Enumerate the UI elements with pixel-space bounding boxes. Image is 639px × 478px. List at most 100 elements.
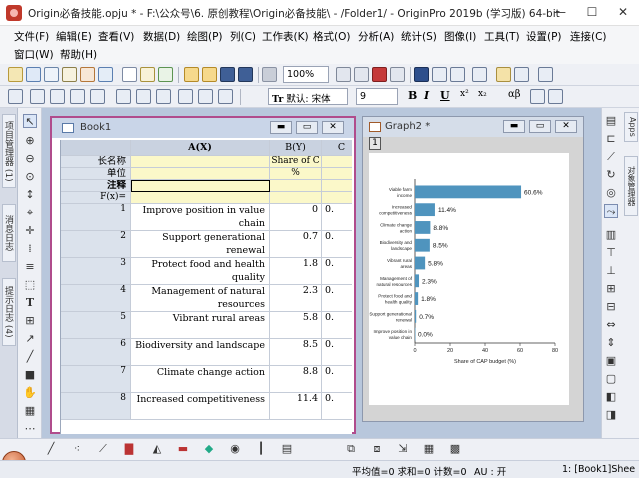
results-log-icon[interactable] — [414, 67, 429, 82]
long-name-c[interactable] — [322, 156, 352, 168]
menu-column[interactable]: 列(C) — [230, 29, 256, 44]
group-icon[interactable]: ▣ — [604, 354, 618, 368]
graph-window[interactable]: Graph2 * ▬ ▭ ✕ 1 60.6% Viable farm income 1… — [362, 116, 584, 422]
workbook-maximize-button[interactable]: ▭ — [296, 121, 318, 134]
cell-b[interactable]: 5.8 — [270, 312, 322, 339]
menu-data[interactable]: 数据(D) — [143, 29, 180, 44]
fx-b[interactable] — [270, 192, 322, 204]
mask-tool-icon[interactable]: ▦ — [23, 404, 37, 418]
area-plot-icon[interactable]: ◭ — [150, 442, 164, 456]
set-xy-icon[interactable] — [30, 89, 45, 104]
fx-c[interactable] — [322, 192, 352, 204]
menu-analysis[interactable]: 分析(A) — [358, 29, 394, 44]
smart-hint-log-tab[interactable]: 提示日志 (4) — [2, 278, 16, 346]
column-header-b[interactable]: B(Y) — [270, 140, 322, 156]
comment-a-selected[interactable] — [131, 180, 270, 192]
comment-c[interactable] — [322, 180, 352, 192]
unit-label[interactable]: 单位 — [61, 168, 131, 180]
cell-c[interactable]: 0. — [322, 285, 352, 312]
maximize-button[interactable]: ☐ — [576, 0, 608, 26]
set-column-icon[interactable] — [50, 89, 65, 104]
merge-graph-icon[interactable]: ⧉ — [344, 442, 358, 456]
bar-plot-icon[interactable]: ▬ — [176, 442, 190, 456]
menu-plot[interactable]: 绘图(P) — [187, 29, 223, 44]
row-number[interactable]: 4 — [61, 285, 131, 312]
cell-a[interactable]: Management of natural resources — [131, 285, 270, 312]
globe-icon[interactable]: ◎ — [604, 186, 618, 200]
refresh-icon[interactable] — [538, 67, 553, 82]
cell-a[interactable]: Protect food and health quality — [131, 258, 270, 285]
menu-worksheet[interactable]: 工作表(K) — [262, 29, 309, 44]
cell-a[interactable]: Improve position in value chain — [131, 204, 270, 231]
open-template-icon[interactable] — [202, 67, 217, 82]
contour-icon[interactable]: ◉ — [228, 442, 242, 456]
menu-help[interactable]: 帮助(H) — [60, 47, 97, 62]
hand-icon[interactable]: ✋ — [23, 386, 37, 400]
save-icon[interactable] — [220, 67, 235, 82]
font-select[interactable]: Tr 默认: 宋体 — [268, 88, 348, 105]
menu-format[interactable]: 格式(O) — [313, 29, 350, 44]
bold-button[interactable]: B — [408, 89, 417, 102]
cell-b[interactable]: 8.8 — [270, 366, 322, 393]
new-matrix-icon[interactable] — [44, 67, 59, 82]
zoom-select[interactable]: 100% — [283, 66, 329, 83]
close-button[interactable]: ✕ — [607, 0, 639, 26]
layer-management-icon[interactable]: ▥ — [604, 228, 618, 242]
menu-file[interactable]: 文件(F) — [14, 29, 49, 44]
column-stats-icon[interactable] — [70, 89, 85, 104]
plot-setup-icon[interactable]: ▩ — [448, 442, 462, 456]
unit-a[interactable] — [131, 168, 270, 180]
new-workbook-icon[interactable] — [26, 67, 41, 82]
print-icon[interactable] — [336, 67, 351, 82]
cell-c[interactable]: 0. — [322, 312, 352, 339]
arrow-tool-icon[interactable]: ↗ — [23, 332, 37, 346]
line-symbol-icon[interactable]: ⟋ — [96, 442, 110, 456]
column-header-a[interactable]: A(X) — [131, 140, 270, 156]
rectangle-tool-icon[interactable]: ■ — [23, 368, 37, 382]
project-explorer-tab[interactable]: 项目管理器 (1) — [2, 114, 16, 188]
cell-a[interactable]: Biodiversity and landscape — [131, 339, 270, 366]
cell-c[interactable]: 0. — [322, 204, 352, 231]
row-number[interactable]: 2 — [61, 231, 131, 258]
new-layout-icon[interactable] — [122, 67, 137, 82]
command-window-icon[interactable] — [432, 67, 447, 82]
diagonal-icon[interactable]: ⟋ — [604, 150, 618, 164]
add-layer-icon[interactable] — [178, 89, 193, 104]
unit-b[interactable]: % — [270, 168, 322, 180]
menu-window[interactable]: 窗口(W) — [14, 47, 54, 62]
menu-edit[interactable]: 编辑(E) — [56, 29, 92, 44]
graph-page[interactable]: 60.6% Viable farm income 11.4% Increased comp… — [369, 153, 569, 405]
comment-label[interactable]: 注释 — [61, 180, 131, 192]
cell-c[interactable]: 0. — [322, 231, 352, 258]
italic-button[interactable]: I — [424, 89, 429, 102]
greek-button[interactable]: αβ — [508, 89, 521, 100]
apps-icon[interactable] — [514, 67, 529, 82]
workbook-close-button[interactable]: ✕ — [322, 121, 344, 134]
new-project-icon[interactable] — [8, 67, 23, 82]
mask-icon[interactable] — [156, 89, 171, 104]
menu-settings[interactable]: 设置(P) — [526, 29, 562, 44]
line-tool-icon[interactable]: ╱ — [23, 350, 37, 364]
new-note-icon[interactable] — [98, 67, 113, 82]
graph-minimize-button[interactable]: ▬ — [503, 120, 525, 133]
workbook-minimize-button[interactable]: ▬ — [270, 121, 292, 134]
cell-b[interactable]: 8.5 — [270, 339, 322, 366]
cell-c[interactable]: 0. — [322, 339, 352, 366]
zoom-out-icon[interactable]: ⊖ — [23, 152, 37, 166]
superscript-button[interactable]: x² — [460, 89, 469, 99]
project-explorer-icon[interactable] — [472, 67, 487, 82]
cell-a[interactable]: Increased competitiveness — [131, 393, 270, 420]
messages-log-tab[interactable]: 消息日志 — [2, 204, 16, 262]
menu-image[interactable]: 图像(I) — [444, 29, 476, 44]
menu-view[interactable]: 查看(V) — [98, 29, 134, 44]
decrease-font-icon[interactable] — [548, 89, 563, 104]
text-tool-icon[interactable]: T — [23, 296, 37, 310]
zoom-pan-icon[interactable]: ⊙ — [23, 170, 37, 184]
template-icon[interactable] — [140, 67, 155, 82]
layer-icon[interactable] — [218, 89, 233, 104]
graph-maximize-button[interactable]: ▭ — [529, 120, 551, 133]
data-reader-icon[interactable]: ✛ — [23, 224, 37, 238]
rotate-icon[interactable]: ↻ — [604, 168, 618, 182]
distribute-icon[interactable]: ⊟ — [604, 300, 618, 314]
back-icon[interactable]: ◨ — [604, 408, 618, 422]
